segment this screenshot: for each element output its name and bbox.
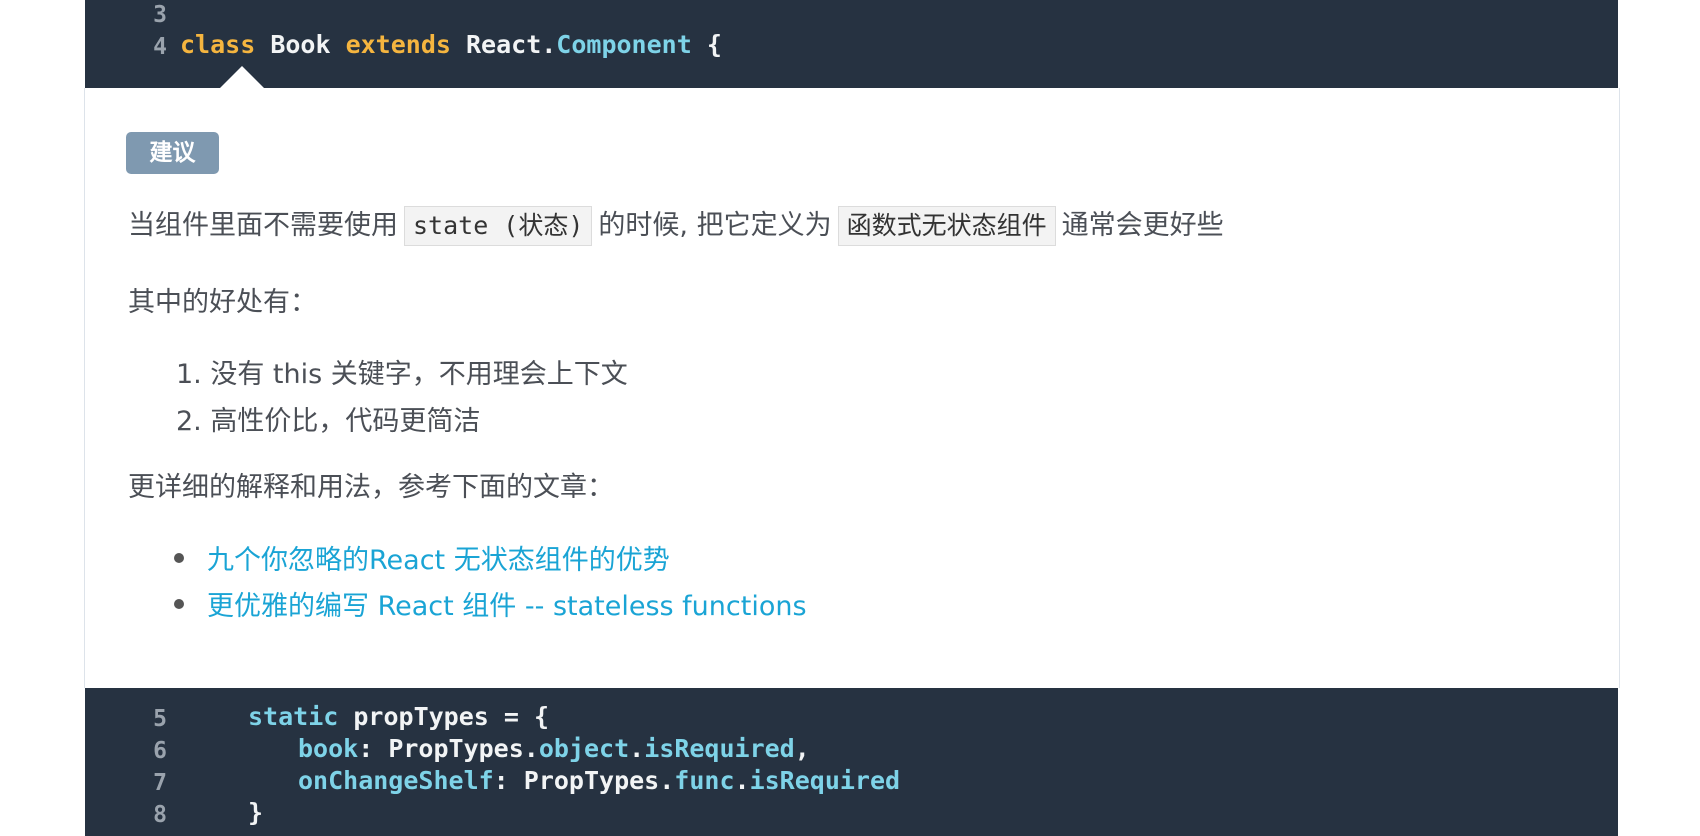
article-link-1[interactable]: 九个你忽略的React 无状态组件的优势 [207, 538, 670, 577]
code-block-bottom: 5 static propTypes = { 6 book: PropTypes… [85, 688, 1618, 836]
code-block-top: 3 4 class Book extends React.Component { [85, 0, 1618, 88]
benefit-item: 1. 没有 this 关键字，不用理会上下文 [176, 359, 628, 390]
code-text: onChangeShelf: PropTypes.func.isRequired [298, 766, 900, 795]
comment-paragraph-3: 更详细的解释和用法，参考下面的文章： [128, 472, 614, 503]
comment-caret [220, 66, 264, 88]
identifier: isRequired [644, 734, 795, 763]
keyword-static: static [248, 702, 339, 731]
property-name: book [298, 734, 359, 763]
identifier: React. [450, 30, 557, 59]
property-name: onChangeShelf [298, 766, 494, 795]
line-number: 8 [153, 802, 167, 828]
identifier: Book [255, 30, 346, 59]
inline-code-stateless: 函数式无状态组件 [837, 206, 1056, 246]
line-number: 5 [153, 706, 167, 732]
text: 通常会更好些 [1061, 210, 1224, 241]
keyword-extends: extends [345, 30, 451, 59]
identifier: : PropTypes. [493, 766, 675, 795]
brace: } [248, 798, 264, 827]
line-number: 3 [153, 2, 167, 28]
identifier: func [674, 766, 735, 795]
identifier: isRequired [749, 766, 901, 795]
suggestion-badge: 建议 [126, 132, 219, 174]
identifier: : PropTypes. [358, 734, 539, 763]
comment-paragraph-2: 其中的好处有： [128, 287, 317, 318]
keyword-class: class [180, 30, 256, 59]
punctuation: . [629, 734, 645, 763]
brace: { [691, 30, 722, 59]
text: 当组件里面不需要使用 [128, 210, 398, 241]
punctuation: . [734, 766, 750, 795]
bullet [174, 599, 184, 609]
text: 的时候, 把它定义为 [598, 210, 832, 241]
line-number: 7 [153, 770, 167, 796]
line-number: 4 [153, 34, 167, 60]
identifier: propTypes = { [338, 702, 550, 731]
code-text: class Book extends React.Component { [180, 30, 722, 59]
identifier-component: Component [556, 30, 692, 59]
inline-code-state: state (状态) [404, 206, 593, 246]
bullet [174, 553, 184, 563]
line-number: 6 [153, 738, 167, 764]
benefit-item: 2. 高性价比，代码更简洁 [176, 406, 481, 437]
identifier: object [538, 734, 630, 763]
punctuation: , [794, 734, 810, 763]
code-text: } [248, 798, 263, 827]
article-link-2[interactable]: 更优雅的编写 React 组件 -- stateless functions [207, 584, 807, 623]
comment-paragraph-1: 当组件里面不需要使用 state (状态) 的时候, 把它定义为 函数式无状态组件 通常… [128, 203, 1224, 246]
code-text: book: PropTypes.object.isRequired, [298, 734, 810, 763]
code-text: static propTypes = { [248, 702, 549, 731]
